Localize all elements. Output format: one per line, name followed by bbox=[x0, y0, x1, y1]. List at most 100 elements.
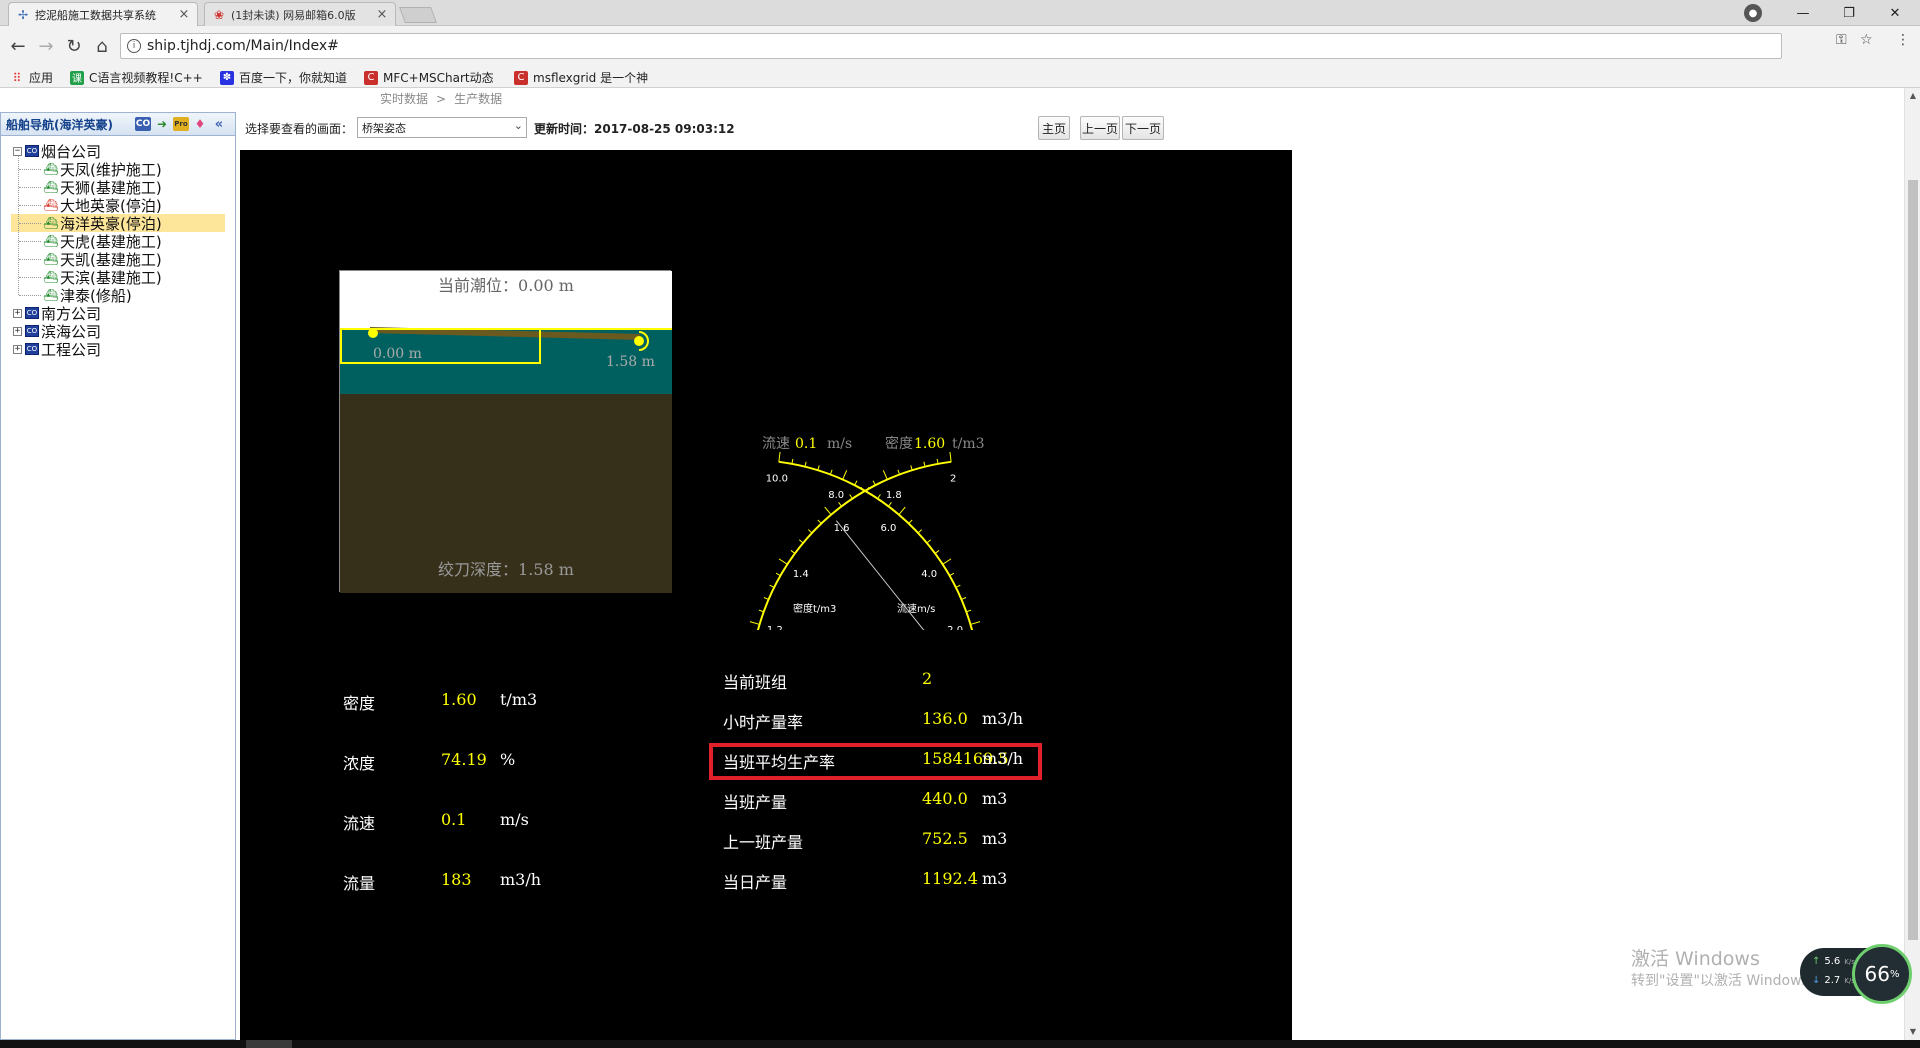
density-tick bbox=[817, 519, 822, 524]
metrics_right-unit: m3 bbox=[982, 829, 1008, 848]
density-tick bbox=[824, 506, 832, 515]
prev-page-button[interactable]: 上一页 bbox=[1080, 116, 1120, 140]
bookmark-label: 应用 bbox=[29, 71, 54, 85]
bookmark-mfc[interactable]: C MFC+MSChart动态 bbox=[364, 69, 494, 86]
close-icon[interactable]: × bbox=[375, 7, 389, 22]
bookmark-apps[interactable]: ⠿ 应用 bbox=[10, 69, 53, 86]
cutter-head-dot bbox=[634, 336, 644, 346]
tree-company-0[interactable]: − CO 烟台公司 bbox=[13, 142, 101, 161]
tree-ship-7[interactable]: ⛴ 天滨(基建施工) bbox=[43, 268, 161, 287]
tree-ship-5[interactable]: ⛴ 天虎(基建施工) bbox=[43, 232, 161, 251]
density-tick bbox=[790, 550, 796, 554]
back-icon[interactable]: ← bbox=[6, 34, 30, 58]
breadcrumb-item-realtime[interactable]: 实时数据 bbox=[380, 92, 428, 106]
bookmark-msflexgrid[interactable]: C msflexgrid 是一个神 bbox=[514, 69, 648, 86]
collapse-node-icon[interactable]: − bbox=[13, 146, 22, 156]
scroll-up-icon[interactable]: ▲ bbox=[1905, 88, 1920, 104]
tree-ship-1[interactable]: ⛴ 天凤(维护施工) bbox=[43, 160, 161, 179]
speed-unit: m/s bbox=[827, 436, 852, 452]
metrics_right-value: 1192.4 bbox=[922, 869, 978, 888]
tree-company-11[interactable]: + CO 工程公司 bbox=[13, 340, 101, 359]
density-tick bbox=[769, 584, 775, 588]
close-window-button[interactable]: ✕ bbox=[1872, 0, 1918, 26]
dredger-ship-icon: ⛴ bbox=[43, 288, 59, 302]
sidebar-header: 船舶导航(海洋英豪) CO ➜ Pro ♦ « bbox=[1, 113, 235, 136]
network-speed-widget[interactable]: ↑ 5.6 K/s ↓ 2.7 K/s 66% bbox=[1800, 944, 1920, 1004]
activate-windows-title: 激活 Windows bbox=[1631, 948, 1760, 970]
view-select-label: 选择要查看的画面： bbox=[245, 122, 354, 136]
tree-ship-3[interactable]: ⛴ 大地英豪(停泊) bbox=[43, 196, 161, 215]
dredger-ship-icon: ⛴ bbox=[43, 216, 59, 230]
taskbar-item[interactable] bbox=[246, 1040, 292, 1048]
browser-tab-active[interactable]: ✢ 挖泥船施工数据共享系统 × bbox=[8, 2, 198, 26]
tree-connector bbox=[19, 187, 41, 188]
tree-connector bbox=[19, 223, 41, 224]
company-icon: CO bbox=[25, 307, 39, 319]
dredger-ship-icon: ⛴ bbox=[43, 234, 59, 248]
metrics_left-value: 1.60 bbox=[441, 690, 477, 709]
bookmark-baidu[interactable]: ✽ 百度一下，你就知道 bbox=[220, 69, 347, 86]
expand-node-icon[interactable]: + bbox=[13, 326, 22, 336]
home-page-button[interactable]: 主页 bbox=[1038, 116, 1070, 140]
speed-tick bbox=[934, 550, 940, 554]
speed-tick bbox=[817, 465, 820, 471]
tree-ship-2[interactable]: ⛴ 天狮(基建施工) bbox=[43, 178, 161, 197]
upload-arrow-icon: ↑ bbox=[1812, 956, 1821, 967]
tree-ship-4[interactable]: ⛴ 海洋英豪(停泊) bbox=[11, 214, 225, 233]
density-unit: t/m3 bbox=[952, 436, 985, 452]
metrics_left-value: 74.19 bbox=[441, 750, 487, 769]
info-icon[interactable]: i bbox=[127, 39, 141, 53]
forward-icon[interactable]: → bbox=[34, 34, 58, 58]
ship-view-icon[interactable]: ➜ bbox=[154, 117, 170, 131]
key-icon[interactable]: ⚿ bbox=[1836, 32, 1847, 48]
new-tab-button[interactable] bbox=[399, 7, 437, 23]
ladder-pivot-dot bbox=[368, 328, 378, 338]
tree-ship-8[interactable]: ⛴ 津泰(修船) bbox=[43, 286, 131, 305]
expand-node-icon[interactable]: + bbox=[13, 344, 22, 354]
close-icon[interactable]: × bbox=[177, 7, 191, 22]
tree-company-10[interactable]: + CO 滨海公司 bbox=[13, 322, 101, 341]
metrics_right-value: 440.0 bbox=[922, 789, 968, 808]
green-square-icon: 课 bbox=[70, 70, 84, 85]
scroll-down-icon[interactable]: ▼ bbox=[1905, 1024, 1920, 1040]
speed-tick bbox=[942, 558, 952, 565]
density-value: 1.60 bbox=[914, 436, 945, 452]
home-icon[interactable]: ⌂ bbox=[90, 34, 114, 58]
star-icon[interactable]: ☆ bbox=[1860, 32, 1873, 48]
breadcrumb-item-production[interactable]: 生产数据 bbox=[454, 92, 502, 106]
tree-company-9[interactable]: + CO 南方公司 bbox=[13, 304, 101, 323]
account-icon[interactable]: ● bbox=[1744, 4, 1762, 22]
bookmark-label: msflexgrid 是一个神 bbox=[533, 71, 649, 85]
dredger-ship-icon: ⛴ bbox=[43, 252, 59, 266]
tree-ship-6[interactable]: ⛴ 天凯(基建施工) bbox=[43, 250, 161, 269]
density-tick bbox=[749, 621, 760, 625]
minimize-button[interactable]: — bbox=[1780, 0, 1826, 26]
company-view-icon[interactable]: CO bbox=[135, 117, 151, 131]
browser-tab-mail[interactable]: ❀ (1封未读) 网易邮箱6.0版 × bbox=[204, 2, 396, 26]
density-needle bbox=[835, 520, 925, 630]
page-scrollbar[interactable]: ▲ ▼ bbox=[1904, 88, 1920, 1040]
network-percent: 66 bbox=[1864, 962, 1890, 986]
metrics_right-label: 当前班组 bbox=[723, 673, 788, 692]
dredger-ship-icon: ⛴ bbox=[43, 270, 59, 284]
metrics_right-value: 136.0 bbox=[922, 709, 968, 728]
speed-tick bbox=[877, 494, 881, 499]
density-tick bbox=[778, 558, 788, 565]
restore-button[interactable]: ❐ bbox=[1826, 0, 1872, 26]
location-pin-icon[interactable]: ♦ bbox=[192, 117, 208, 131]
scroll-thumb[interactable] bbox=[1908, 180, 1918, 940]
company-icon: CO bbox=[25, 343, 39, 355]
address-bar[interactable]: i ship.tjhdj.com/Main/Index# bbox=[120, 33, 1782, 59]
metrics_right-value: 2 bbox=[922, 669, 933, 688]
expand-node-icon[interactable]: + bbox=[13, 308, 22, 318]
collapse-icon[interactable]: « bbox=[211, 117, 227, 132]
bookmark-c-video[interactable]: 课 C语言视频教程!C++ bbox=[70, 69, 203, 86]
next-page-button[interactable]: 下一页 bbox=[1122, 116, 1164, 140]
metrics_right-unit: m3 bbox=[982, 789, 1008, 808]
reload-icon[interactable]: ↻ bbox=[62, 34, 86, 58]
menu-icon[interactable]: ⋮ bbox=[1896, 32, 1910, 48]
pro-icon[interactable]: Pro bbox=[173, 117, 189, 131]
view-select[interactable]: 桥架姿态 ⌄ bbox=[357, 117, 527, 138]
speed-tick-label: 2.0 bbox=[947, 625, 963, 630]
cutter-depth-text: 绞刀深度：1.58 m bbox=[438, 560, 574, 579]
